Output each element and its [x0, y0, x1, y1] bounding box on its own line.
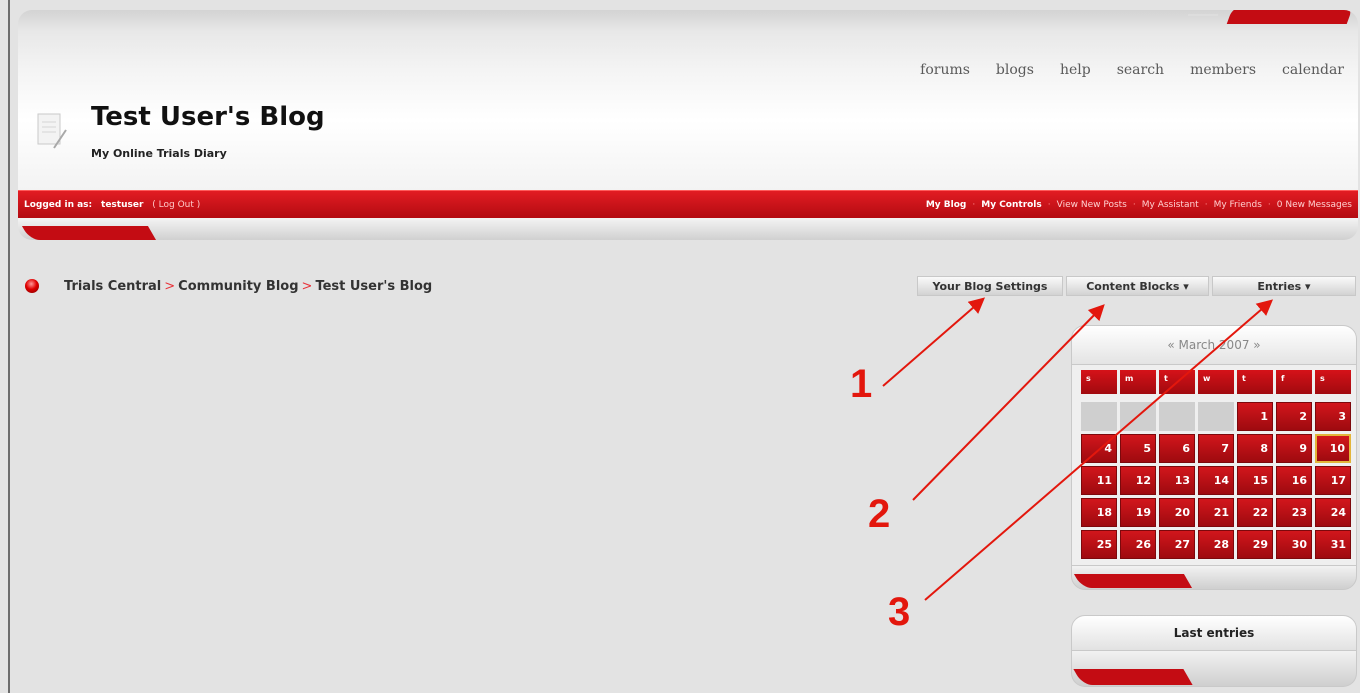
calendar-footer-tab — [1073, 574, 1193, 588]
header-top-tab — [1226, 10, 1354, 24]
nav-members[interactable]: members — [1190, 62, 1256, 78]
calendar-day-today[interactable]: 10 — [1315, 434, 1351, 463]
calendar-day[interactable]: 5 — [1120, 434, 1156, 463]
my-assistant-link[interactable]: My Assistant — [1142, 200, 1199, 210]
last-entries-header: Last entries — [1071, 615, 1357, 651]
notepad-icon — [37, 113, 67, 149]
calendar-empty-cell — [1198, 402, 1234, 431]
calendar-day[interactable]: 22 — [1237, 498, 1273, 527]
left-border — [8, 0, 10, 693]
calendar-grid: s m t w t f s 1 2 3 4 5 6 7 8 9 10 11 12 13 14 15 16 17 18 19 20 21… — [1081, 370, 1351, 559]
blog-title: Test User's Blog — [91, 102, 325, 132]
breadcrumb-separator: > — [164, 279, 176, 294]
last-entries-footer-tab — [1073, 669, 1193, 685]
calendar-month-nav[interactable]: « March 2007 » — [1071, 325, 1357, 365]
breadcrumb-community-blog[interactable]: Community Blog — [178, 279, 298, 294]
nav-blogs[interactable]: blogs — [996, 62, 1034, 78]
calendar-day[interactable]: 28 — [1198, 530, 1234, 559]
calendar-day[interactable]: 3 — [1315, 402, 1351, 431]
calendar-day[interactable]: 12 — [1120, 466, 1156, 495]
user-bar: Logged in as: testuser ( Log Out ) My Bl… — [18, 190, 1358, 218]
last-entries-footer — [1071, 651, 1357, 687]
header-bottom-tab — [21, 226, 157, 240]
calendar-day[interactable]: 6 — [1159, 434, 1195, 463]
calendar-day[interactable]: 17 — [1315, 466, 1351, 495]
calendar-day[interactable]: 29 — [1237, 530, 1273, 559]
calendar-day[interactable]: 24 — [1315, 498, 1351, 527]
annotation-arrow-1 — [882, 297, 986, 387]
calendar-day[interactable]: 9 — [1276, 434, 1312, 463]
breadcrumb-separator: > — [301, 279, 313, 294]
calendar-body: s m t w t f s 1 2 3 4 5 6 7 8 9 10 11 12 13 14 15 16 17 18 19 20 21… — [1071, 365, 1357, 565]
calendar-day[interactable]: 19 — [1120, 498, 1156, 527]
user-links: My Blog · My Controls · View New Posts · My… — [925, 199, 1352, 210]
my-friends-link[interactable]: My Friends — [1214, 200, 1262, 210]
blog-header: forums blogs help search members calenda… — [18, 10, 1358, 190]
calendar-empty-cell — [1081, 402, 1117, 431]
my-controls-link[interactable]: My Controls — [981, 200, 1042, 210]
annotation-number-3: 3 — [888, 590, 911, 634]
calendar-weekday-header: m — [1120, 370, 1156, 394]
calendar-day[interactable]: 31 — [1315, 530, 1351, 559]
nav-calendar[interactable]: calendar — [1282, 62, 1344, 78]
logged-in-label: Logged in as: — [24, 199, 93, 210]
calendar-day[interactable]: 2 — [1276, 402, 1312, 431]
calendar-day[interactable]: 14 — [1198, 466, 1234, 495]
your-blog-settings-button[interactable]: Your Blog Settings — [917, 276, 1063, 296]
calendar-day[interactable]: 20 — [1159, 498, 1195, 527]
breadcrumb-current-blog[interactable]: Test User's Blog — [315, 279, 432, 294]
top-navigation: forums blogs help search members calenda… — [920, 62, 1344, 78]
calendar-day[interactable]: 13 — [1159, 466, 1195, 495]
new-messages-link[interactable]: 0 New Messages — [1277, 200, 1352, 210]
my-blog-link[interactable]: My Blog — [926, 200, 967, 210]
breadcrumb: Trials Central > Community Blog > Test User'… — [64, 279, 432, 294]
annotation-number-1: 1 — [850, 362, 873, 406]
breadcrumb-bullet-icon — [25, 279, 39, 293]
view-new-posts-link[interactable]: View New Posts — [1057, 200, 1127, 210]
calendar-day[interactable]: 25 — [1081, 530, 1117, 559]
header-top-decoration — [1188, 14, 1218, 22]
content-blocks-button[interactable]: Content Blocks ▾ — [1066, 276, 1209, 296]
calendar-day[interactable]: 23 — [1276, 498, 1312, 527]
calendar-weekday-header: t — [1159, 370, 1195, 394]
calendar-weekday-header: f — [1276, 370, 1312, 394]
annotation-number-2: 2 — [868, 492, 891, 536]
calendar-day[interactable]: 16 — [1276, 466, 1312, 495]
nav-search[interactable]: search — [1117, 62, 1164, 78]
calendar-day[interactable]: 26 — [1120, 530, 1156, 559]
nav-forums[interactable]: forums — [920, 62, 970, 78]
calendar-day[interactable]: 1 — [1237, 402, 1273, 431]
blog-subtitle: My Online Trials Diary — [91, 147, 227, 160]
calendar-day[interactable]: 8 — [1237, 434, 1273, 463]
calendar-widget: « March 2007 » s m t w t f s 1 2 3 4 5 6 7 8 9 10 11 12 13 1… — [1071, 325, 1357, 590]
header-bottom — [18, 218, 1358, 240]
calendar-weekday-header: s — [1315, 370, 1351, 394]
calendar-weekday-header: s — [1081, 370, 1117, 394]
logout-link[interactable]: ( Log Out ) — [152, 200, 200, 210]
entries-button[interactable]: Entries ▾ — [1212, 276, 1356, 296]
calendar-empty-cell — [1120, 402, 1156, 431]
calendar-day[interactable]: 30 — [1276, 530, 1312, 559]
calendar-day[interactable]: 7 — [1198, 434, 1234, 463]
calendar-footer — [1071, 565, 1357, 590]
calendar-day[interactable]: 27 — [1159, 530, 1195, 559]
calendar-weekday-header: t — [1237, 370, 1273, 394]
nav-help[interactable]: help — [1060, 62, 1091, 78]
calendar-day[interactable]: 15 — [1237, 466, 1273, 495]
calendar-day[interactable]: 18 — [1081, 498, 1117, 527]
calendar-day[interactable]: 11 — [1081, 466, 1117, 495]
calendar-day[interactable]: 21 — [1198, 498, 1234, 527]
calendar-empty-cell — [1159, 402, 1195, 431]
breadcrumb-trials-central[interactable]: Trials Central — [64, 279, 161, 294]
calendar-weekday-header: w — [1198, 370, 1234, 394]
calendar-day[interactable]: 4 — [1081, 434, 1117, 463]
login-info: Logged in as: testuser ( Log Out ) — [24, 200, 200, 210]
username[interactable]: testuser — [101, 200, 143, 210]
